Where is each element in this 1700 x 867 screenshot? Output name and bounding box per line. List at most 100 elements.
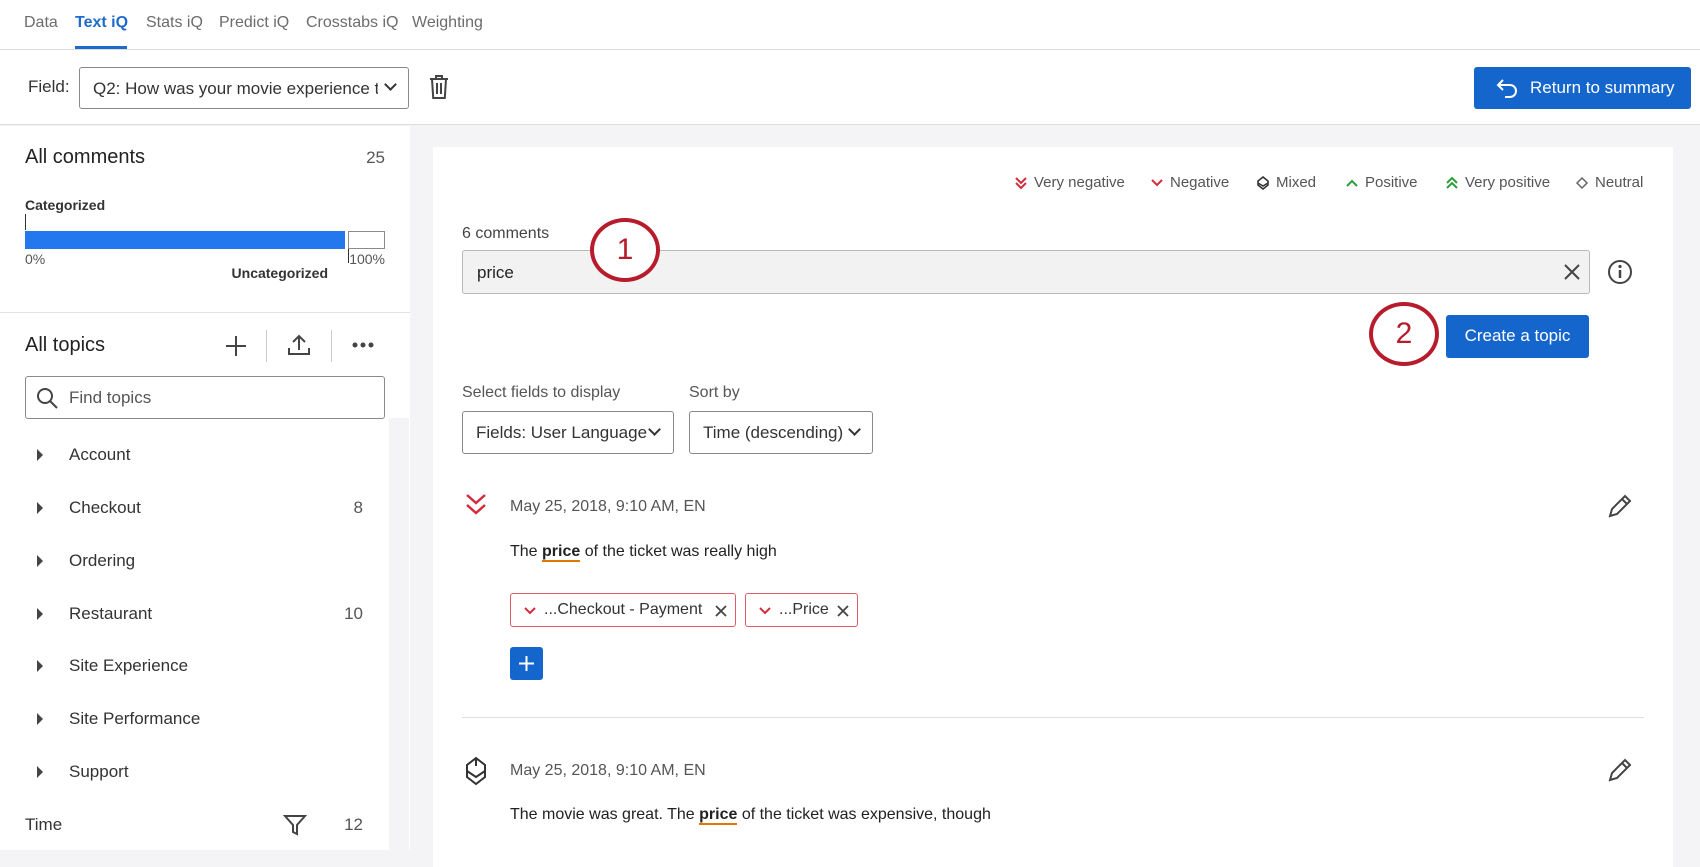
caret-right-icon[interactable] bbox=[37, 766, 43, 778]
field-label: Field: bbox=[28, 77, 70, 96]
caret-right-icon[interactable] bbox=[37, 555, 43, 567]
neutral-icon bbox=[1575, 176, 1589, 190]
tab-predict-iq[interactable]: Predict iQ bbox=[219, 14, 289, 32]
caret-right-icon[interactable] bbox=[37, 713, 43, 725]
add-tag-button[interactable] bbox=[510, 647, 543, 680]
topic-item-time[interactable]: Time 12 bbox=[0, 805, 390, 845]
comment-text: The movie was great. The price of the ti… bbox=[510, 806, 991, 825]
caret-right-icon[interactable] bbox=[37, 660, 43, 672]
tab-data[interactable]: Data bbox=[24, 14, 58, 32]
upload-icon[interactable] bbox=[287, 334, 311, 356]
comment-meta: May 25, 2018, 9:10 AM, EN bbox=[510, 498, 706, 515]
negative-icon bbox=[1151, 179, 1163, 187]
mixed-icon bbox=[1257, 176, 1269, 190]
caret-right-icon[interactable] bbox=[37, 502, 43, 514]
caret-right-icon[interactable] bbox=[37, 608, 43, 620]
negative-icon bbox=[759, 607, 771, 615]
topic-item-site-performance[interactable]: Site Performance bbox=[0, 699, 390, 739]
sort-by-dropdown[interactable]: Time (descending) bbox=[689, 411, 873, 454]
categorized-label: Categorized bbox=[25, 197, 106, 213]
tab-stats-iq[interactable]: Stats iQ bbox=[146, 14, 203, 32]
create-topic-button[interactable]: Create a topic bbox=[1446, 315, 1589, 358]
edit-pencil-icon[interactable] bbox=[1607, 757, 1633, 783]
filter-icon[interactable] bbox=[283, 813, 307, 837]
select-fields-dropdown[interactable]: Fields: User Language bbox=[462, 411, 674, 454]
comment-highlight: price bbox=[699, 806, 738, 825]
chevron-down-icon bbox=[648, 423, 661, 436]
topic-item-restaurant[interactable]: Restaurant 10 bbox=[0, 594, 390, 634]
uncategorized-bar bbox=[348, 231, 385, 249]
edit-pencil-icon[interactable] bbox=[1607, 493, 1633, 519]
comment-text-after: of the ticket was really high bbox=[580, 543, 777, 560]
remove-tag-icon[interactable] bbox=[715, 605, 727, 617]
topic-label: Checkout bbox=[69, 498, 141, 517]
select-fields-label: Select fields to display bbox=[462, 384, 621, 401]
find-topics-input[interactable]: Find topics bbox=[25, 376, 385, 419]
return-arrow-icon bbox=[1496, 79, 1517, 98]
chevron-down-icon bbox=[848, 423, 861, 436]
topic-item-support[interactable]: Support bbox=[0, 752, 390, 792]
categorized-progress-bar bbox=[25, 231, 385, 249]
top-nav: Data Text iQ Stats iQ Predict iQ Crossta… bbox=[0, 0, 1700, 50]
topic-item-site-experience[interactable]: Site Experience bbox=[0, 646, 390, 686]
comment-divider bbox=[462, 717, 1644, 718]
comment-text: The price of the ticket was really high bbox=[510, 543, 777, 562]
find-topics-placeholder: Find topics bbox=[69, 388, 152, 407]
comments-count: 6 comments bbox=[462, 225, 550, 242]
legend-label: Neutral bbox=[1595, 174, 1644, 191]
field-select-value: Q2: How was your movie experience today? bbox=[93, 79, 378, 98]
comment-text-before: The bbox=[510, 543, 543, 560]
topic-tag-chip[interactable]: ...Checkout - Payment bbox=[510, 593, 736, 627]
topic-item-checkout[interactable]: Checkout 8 bbox=[0, 488, 390, 528]
comment-text-before: The movie was great. The bbox=[510, 806, 700, 823]
topic-label: Account bbox=[69, 445, 131, 464]
sort-by-value: Time (descending) bbox=[703, 423, 844, 442]
sidebar-divider bbox=[0, 312, 410, 313]
very-negative-sentiment-icon[interactable] bbox=[465, 493, 487, 519]
negative-icon bbox=[524, 607, 536, 615]
legend-label: Mixed bbox=[1276, 174, 1317, 191]
comment-meta: May 25, 2018, 9:10 AM, EN bbox=[510, 762, 706, 779]
comments-panel: Very negative Negative Mixed Positive Ve… bbox=[433, 147, 1673, 867]
step-callout-1: 1 bbox=[590, 218, 660, 282]
bar-start-marker bbox=[25, 214, 26, 230]
legend-label: Positive bbox=[1365, 174, 1418, 191]
topic-item-ordering[interactable]: Ordering bbox=[0, 541, 390, 581]
topic-label: Time bbox=[25, 815, 63, 834]
more-options-icon[interactable] bbox=[352, 341, 374, 349]
very-negative-icon bbox=[1015, 177, 1027, 190]
comment-search-value: price bbox=[477, 263, 514, 282]
clear-search-icon[interactable] bbox=[1564, 264, 1580, 280]
search-icon bbox=[37, 388, 58, 409]
chevron-down-icon bbox=[384, 78, 397, 91]
info-icon[interactable] bbox=[1607, 259, 1633, 285]
add-topic-icon[interactable] bbox=[225, 335, 247, 357]
comment-highlight: price bbox=[542, 543, 581, 562]
range-max-label: 100% bbox=[349, 251, 385, 267]
topic-item-account[interactable]: Account bbox=[0, 435, 390, 475]
field-select[interactable]: Q2: How was your movie experience today? bbox=[79, 67, 409, 109]
tab-weighting[interactable]: Weighting bbox=[412, 14, 483, 32]
legend-label: Very positive bbox=[1465, 174, 1551, 191]
callout-number: 1 bbox=[616, 233, 634, 266]
tab-crosstabs-iq[interactable]: Crosstabs iQ bbox=[306, 14, 398, 32]
caret-right-icon[interactable] bbox=[37, 449, 43, 461]
plus-icon bbox=[519, 656, 534, 671]
toolbar-separator bbox=[266, 330, 267, 362]
topic-count: 12 bbox=[344, 815, 363, 834]
remove-tag-icon[interactable] bbox=[837, 605, 849, 617]
very-positive-icon bbox=[1446, 176, 1458, 189]
topic-label: Site Experience bbox=[69, 656, 189, 675]
topic-tag-label: ...Price bbox=[779, 601, 829, 618]
trash-icon[interactable] bbox=[428, 74, 450, 100]
topic-count: 8 bbox=[353, 498, 363, 517]
legend-label: Very negative bbox=[1034, 174, 1125, 191]
step-callout-2: 2 bbox=[1369, 302, 1439, 366]
create-topic-label: Create a topic bbox=[1464, 326, 1571, 345]
return-to-summary-button[interactable]: Return to summary bbox=[1474, 67, 1691, 109]
sidebar-scrollbar[interactable] bbox=[389, 418, 409, 850]
topic-tag-chip[interactable]: ...Price bbox=[745, 593, 858, 627]
tab-text-iq[interactable]: Text iQ bbox=[75, 14, 128, 32]
mixed-sentiment-icon[interactable] bbox=[465, 756, 487, 786]
sort-by-label: Sort by bbox=[689, 384, 740, 401]
